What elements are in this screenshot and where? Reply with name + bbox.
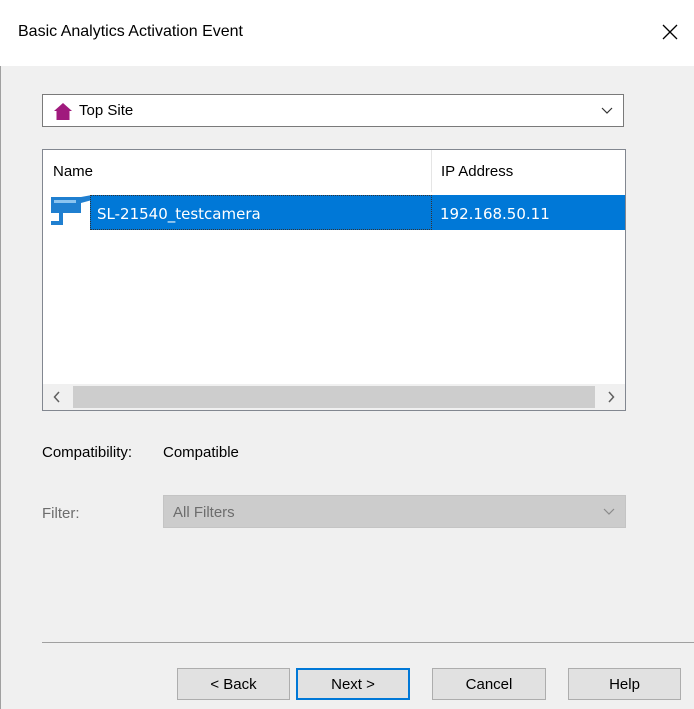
close-icon xyxy=(662,24,678,40)
help-button[interactable]: Help xyxy=(568,668,681,700)
chevron-right-icon xyxy=(608,391,615,403)
window-title: Basic Analytics Activation Event xyxy=(18,23,243,40)
compatibility-label: Compatibility: xyxy=(42,444,133,461)
scroll-left-button[interactable] xyxy=(43,384,71,410)
close-button[interactable] xyxy=(654,16,686,48)
home-icon xyxy=(54,103,72,120)
site-dropdown-value: Top Site xyxy=(79,102,134,119)
chevron-down-icon xyxy=(601,107,613,114)
window-border xyxy=(0,66,1,709)
list-item[interactable]: SL-21540_testcamera 192.168.50.11 xyxy=(43,192,625,232)
filter-dropdown-value: All Filters xyxy=(173,504,235,521)
list-header: Name IP Address xyxy=(43,150,625,192)
cancel-button[interactable]: Cancel xyxy=(432,668,546,700)
chevron-left-icon xyxy=(53,391,60,403)
filter-dropdown[interactable]: All Filters xyxy=(163,495,626,528)
scrollbar-thumb[interactable] xyxy=(73,386,595,408)
chevron-down-icon xyxy=(603,508,615,515)
device-name: SL-21540_testcamera xyxy=(97,205,261,223)
column-header-ip-address[interactable]: IP Address xyxy=(432,150,625,192)
scroll-right-button[interactable] xyxy=(597,384,625,410)
title-bar: Basic Analytics Activation Event xyxy=(0,0,694,66)
separator xyxy=(42,642,694,643)
column-header-name[interactable]: Name xyxy=(43,150,432,192)
camera-icon xyxy=(51,195,92,225)
horizontal-scrollbar[interactable] xyxy=(43,384,625,410)
compatibility-value: Compatible xyxy=(163,444,239,461)
filter-label: Filter: xyxy=(42,505,80,522)
device-ip-address: 192.168.50.11 xyxy=(440,205,550,223)
next-button[interactable]: Next > xyxy=(296,668,410,700)
device-list[interactable]: Name IP Address SL-21540_testcamera 192.… xyxy=(42,149,626,411)
back-button[interactable]: < Back xyxy=(177,668,290,700)
site-dropdown[interactable]: Top Site xyxy=(42,94,624,127)
